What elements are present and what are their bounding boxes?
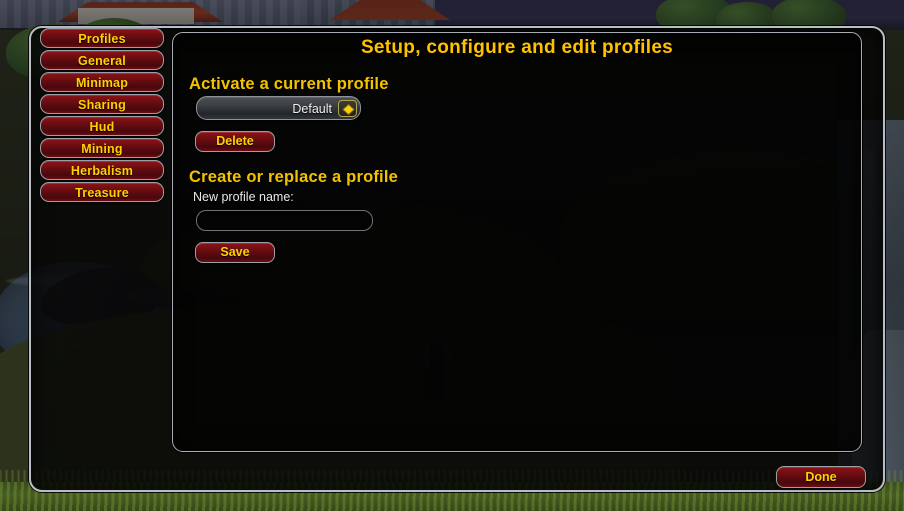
sidebar-item-minimap[interactable]: Minimap <box>40 72 164 92</box>
sidebar-item-mining[interactable]: Mining <box>40 138 164 158</box>
profile-select-value: Default <box>292 102 332 116</box>
save-profile-button[interactable]: Save <box>195 242 275 263</box>
sidebar-item-general[interactable]: General <box>40 50 164 70</box>
sidebar-item-treasure[interactable]: Treasure <box>40 182 164 202</box>
sidebar-item-hud[interactable]: Hud <box>40 116 164 136</box>
sidebar-item-profiles[interactable]: Profiles <box>40 28 164 48</box>
page-title: Setup, configure and edit profiles <box>360 37 674 58</box>
activate-profile-heading: Activate a current profile <box>189 75 389 93</box>
sidebar-item-herbalism[interactable]: Herbalism <box>40 160 164 180</box>
delete-profile-button[interactable]: Delete <box>195 131 275 152</box>
new-profile-name-label: New profile name: <box>193 190 294 204</box>
new-profile-name-input[interactable] <box>196 210 373 231</box>
profile-select-dropdown[interactable]: Default <box>196 96 361 120</box>
chevron-down-icon[interactable] <box>338 100 357 117</box>
sidebar-tab-list: Profiles General Minimap Sharing Hud Min… <box>40 28 164 204</box>
config-content-panel <box>172 32 862 452</box>
create-profile-heading: Create or replace a profile <box>189 168 398 186</box>
done-button[interactable]: Done <box>776 466 866 488</box>
sidebar-item-sharing[interactable]: Sharing <box>40 94 164 114</box>
